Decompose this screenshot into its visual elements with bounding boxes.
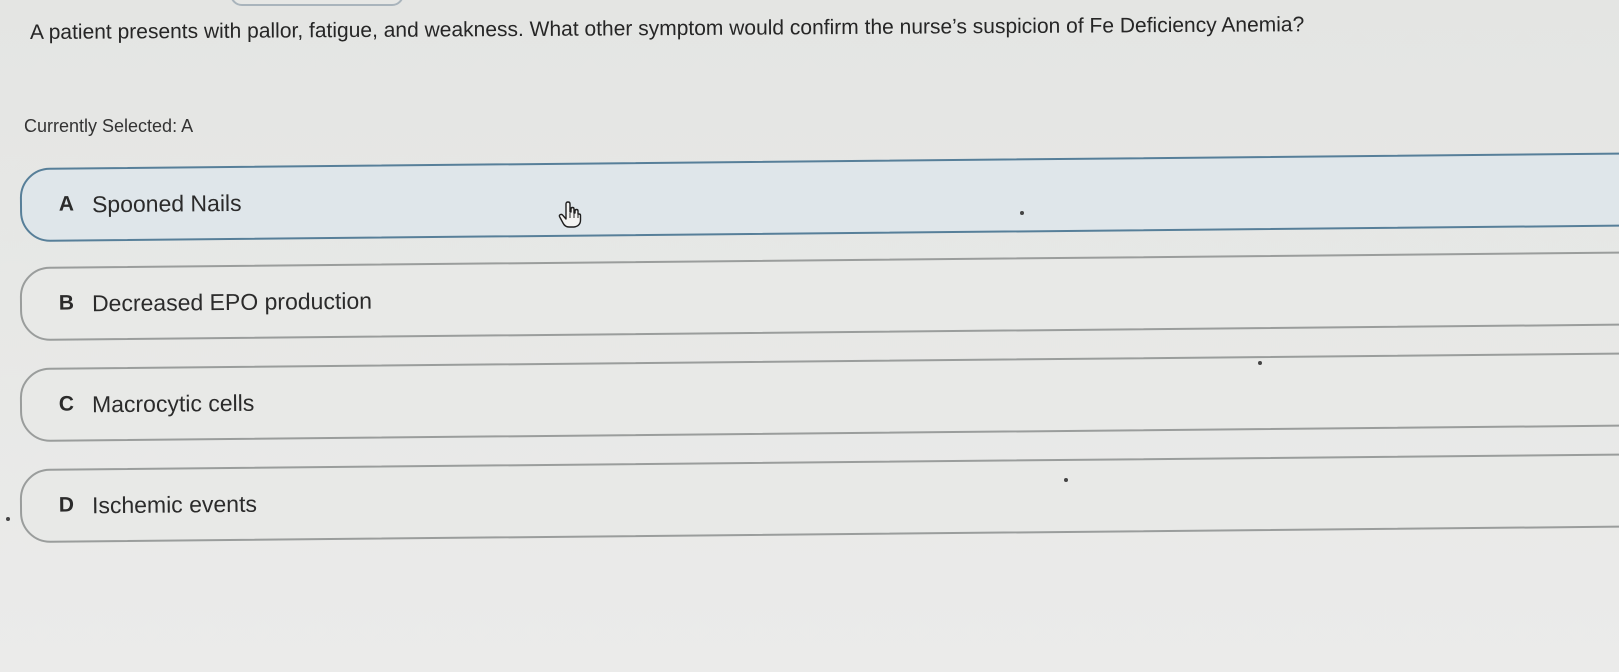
option-d[interactable]: D Ischemic events (19, 453, 1619, 543)
option-letter: A (58, 192, 75, 216)
option-c[interactable]: C Macrocytic cells (19, 352, 1619, 442)
answer-options: A Spooned Nails B Decreased EPO producti… (0, 0, 1619, 672)
screen-speck (1064, 478, 1068, 482)
option-label: Decreased EPO production (91, 287, 373, 316)
option-b[interactable]: B Decreased EPO production (19, 251, 1619, 341)
option-label: Ischemic events (91, 490, 258, 518)
screen-speck (1020, 211, 1024, 215)
option-letter: B (58, 291, 75, 315)
option-label: Spooned Nails (91, 189, 242, 217)
screen-speck (6, 517, 10, 521)
option-a[interactable]: A Spooned Nails (19, 152, 1619, 242)
option-label: Macrocytic cells (91, 389, 255, 417)
option-letter: D (58, 493, 75, 517)
screen-speck (1258, 361, 1262, 365)
hand-pointer-icon (557, 201, 583, 229)
option-letter: C (58, 392, 75, 416)
